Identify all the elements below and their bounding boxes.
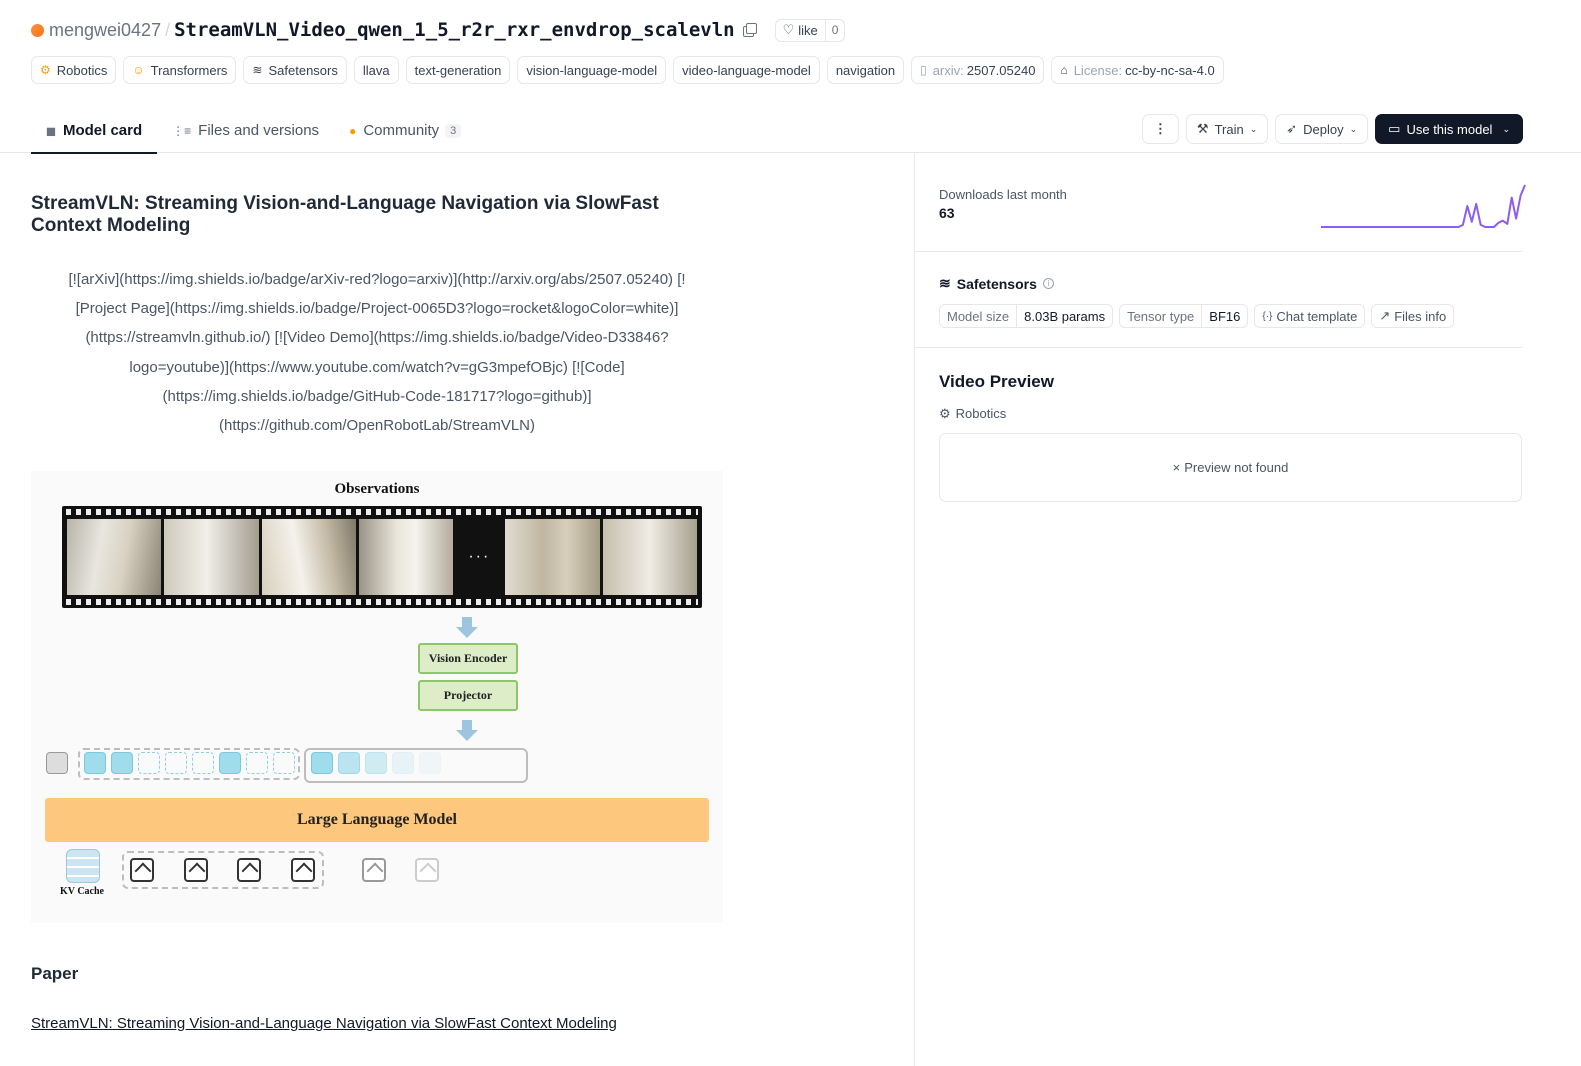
heart-icon: ♡ (782, 22, 795, 37)
badges-markdown: [![arXiv](https://img.shields.io/badge/a… (68, 271, 686, 435)
tag-vision-language-model[interactable]: vision-language-model (517, 56, 667, 84)
tag-list: ⚙ Robotics ☺ Transformers ≋ Safetensors lla… (31, 56, 1224, 84)
document-icon: ▯ (920, 63, 927, 77)
paper-heading: Paper (31, 964, 79, 983)
repo-actions: ⋮ ⚒ Train ⌄ ➶ Deploy ⌄ ▭ Use this model ⌄ (1141, 114, 1523, 144)
action-icon (130, 858, 154, 882)
bank-icon: ⌂ (1060, 63, 1068, 77)
repo-header: mengwei0427 / StreamVLN_Video_qwen_1_5_r… (0, 0, 1581, 154)
more-options-button[interactable]: ⋮ (1141, 114, 1179, 144)
downloads-label: Downloads last month (939, 187, 1067, 202)
like-count: 0 (824, 19, 845, 41)
video-preview-box: × Preview not found (939, 433, 1522, 502)
community-count-badge: 3 (445, 123, 462, 138)
transformers-icon: ☺ (132, 63, 145, 77)
template-icon: {·} (1262, 310, 1273, 322)
observation-frame (505, 519, 600, 595)
system-token (46, 752, 73, 774)
files-info-button[interactable]: ↗ Files info (1371, 304, 1455, 328)
community-icon: ● (349, 123, 357, 138)
kv-cache-icon (66, 849, 100, 883)
action-icon (237, 858, 261, 882)
downloads-sparkline (1321, 184, 1526, 228)
path-separator: / (165, 19, 171, 40)
tab-files-and-versions[interactable]: ⋮≡ Files and versions (157, 108, 334, 153)
observation-frame (164, 519, 259, 595)
video-preview-tag: ⚙ Robotics (939, 406, 1007, 421)
repo-title-row: mengwei0427 / StreamVLN_Video_qwen_1_5_r… (31, 17, 846, 43)
chevron-down-icon: ⌄ (1249, 123, 1258, 134)
tab-community[interactable]: ● Community 3 (334, 108, 476, 153)
sidebar: Downloads last month 63 ≋ Safetensors i … (915, 153, 1581, 1066)
figure-title: Observations (334, 481, 420, 497)
owner-avatar[interactable] (31, 23, 44, 37)
tensor-type-chip: Tensor type BF16 (1119, 304, 1249, 328)
tag-license[interactable]: ⌂ License: cc-by-nc-sa-4.0 (1051, 56, 1224, 84)
repo-name[interactable]: StreamVLN_Video_qwen_1_5_r2r_rxr_envdrop… (174, 19, 735, 41)
down-arrow-icon (456, 720, 478, 742)
robotics-icon: ⚙ (939, 406, 951, 421)
repo-tabs: ◼ Model card ⋮≡ Files and versions ● Commun… (31, 108, 476, 154)
tag-robotics[interactable]: ⚙ Robotics (31, 56, 117, 84)
tag-navigation[interactable]: navigation (826, 56, 905, 84)
safetensors-heading: ≋ Safetensors i (939, 275, 1054, 292)
model-card-heading: StreamVLN: Streaming Vision-and-Language… (31, 193, 659, 236)
safetensors-icon: ≋ (939, 275, 951, 291)
tag-video-language-model[interactable]: video-language-model (673, 56, 820, 84)
files-icon: ⋮≡ (172, 123, 192, 138)
wrench-icon: ⚒ (1196, 121, 1209, 136)
ellipsis-frame: ··· (456, 519, 503, 595)
rocket-icon: ➶ (1286, 121, 1298, 136)
train-button[interactable]: ⚒ Train ⌄ (1185, 114, 1269, 144)
down-arrow-icon (456, 617, 478, 639)
video-preview-title: Video Preview (939, 372, 1054, 391)
observation-frame (358, 519, 454, 595)
more-vertical-icon: ⋮ (1153, 121, 1167, 136)
like-button[interactable]: ♡ like 0 (774, 18, 846, 42)
observation-frame (261, 519, 356, 595)
safetensors-chips: Model size 8.03B params Tensor type BF16 {… (939, 304, 1455, 328)
tag-text-generation[interactable]: text-generation (405, 56, 511, 84)
action-icon (362, 858, 386, 882)
window-tokens (311, 752, 446, 774)
vision-encoder-box: Vision Encoder (418, 643, 518, 674)
model-card-content: StreamVLN: Streaming Vision-and-Language… (0, 153, 915, 1066)
chat-template-button[interactable]: {·} Chat template (1254, 304, 1366, 328)
memory-tokens (84, 752, 300, 774)
llm-block: Large Language Model (45, 798, 709, 842)
chevron-down-icon: ⌄ (1502, 123, 1510, 134)
cube-icon: ◼ (46, 123, 56, 138)
model-size-chip: Model size 8.03B params (939, 304, 1114, 328)
action-icon (415, 858, 439, 882)
safetensors-icon: ≋ (252, 63, 263, 77)
arrow-up-right-icon: ↗ (1379, 308, 1391, 323)
tag-transformers[interactable]: ☺ Transformers (123, 56, 237, 84)
action-icon (184, 858, 208, 882)
architecture-figure: Observations ··· Vision Encoder Projecto… (31, 471, 723, 923)
observation-frame (67, 519, 162, 595)
info-icon[interactable]: i (1042, 278, 1054, 289)
tag-safetensors[interactable]: ≋ Safetensors (243, 56, 347, 84)
paper-link[interactable]: StreamVLN: Streaming Vision-and-Language… (31, 1015, 617, 1032)
downloads-value: 63 (939, 205, 955, 221)
downloads-trend-line (1321, 184, 1526, 228)
chevron-down-icon: ⌄ (1349, 123, 1358, 134)
copy-icon[interactable] (742, 23, 757, 37)
projector-box: Projector (418, 680, 518, 711)
observation-filmstrip: ··· (62, 506, 702, 608)
tab-model-card[interactable]: ◼ Model card (31, 108, 158, 154)
repo-owner-link[interactable]: mengwei0427 (49, 20, 161, 41)
like-label: like (798, 22, 818, 38)
deploy-button[interactable]: ➶ Deploy ⌄ (1275, 114, 1369, 144)
close-icon: × (1172, 460, 1181, 475)
kv-cache-label: KV Cache (60, 886, 104, 897)
tag-arxiv[interactable]: ▯ arxiv: 2507.05240 (911, 56, 1045, 84)
monitor-icon: ▭ (1388, 121, 1401, 136)
use-this-model-button[interactable]: ▭ Use this model ⌄ (1375, 114, 1523, 144)
tag-llava[interactable]: llava (353, 56, 399, 84)
action-icon (291, 858, 315, 882)
observation-frame (602, 519, 697, 595)
robotics-icon: ⚙ (40, 63, 51, 77)
